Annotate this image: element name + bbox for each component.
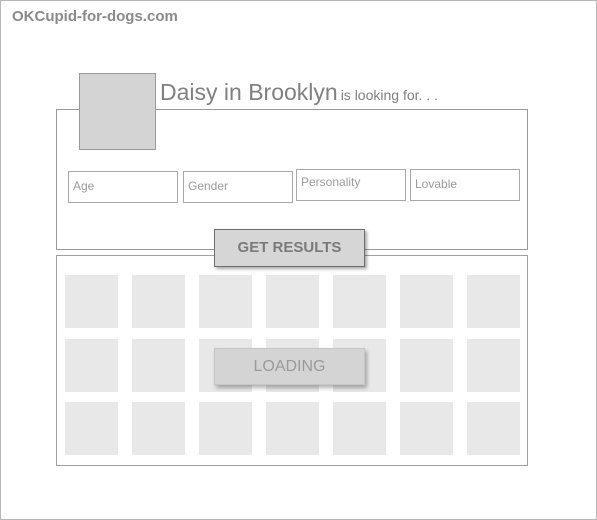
result-tile[interactable] [467,402,520,455]
result-tile[interactable] [266,275,319,328]
site-title[interactable]: OKCupid-for-dogs.com [12,8,178,25]
age-field[interactable]: Age [68,171,178,203]
result-tile[interactable] [400,339,453,392]
lovable-field[interactable]: Lovable [410,169,520,201]
result-tile[interactable] [132,402,185,455]
result-tile[interactable] [65,275,118,328]
result-tile[interactable] [467,275,520,328]
result-tile[interactable] [400,402,453,455]
gender-field[interactable]: Gender [183,171,293,203]
result-tile[interactable] [333,402,386,455]
get-results-button[interactable]: GET RESULTS [214,229,365,267]
result-tile[interactable] [266,402,319,455]
profile-headline: Daisy in Brooklyn is looking for. . . [160,79,438,106]
result-tile[interactable] [400,275,453,328]
result-tile[interactable] [65,339,118,392]
result-tile[interactable] [199,402,252,455]
personality-field[interactable]: Personality [296,169,406,201]
result-tile[interactable] [467,339,520,392]
loading-indicator: LOADING [214,348,365,385]
result-tile[interactable] [132,339,185,392]
result-tile[interactable] [199,275,252,328]
result-tile[interactable] [333,275,386,328]
profile-name: Daisy in Brooklyn [160,79,338,105]
profile-avatar[interactable] [79,73,156,150]
profile-tagline: is looking for. . . [340,87,438,103]
result-tile[interactable] [132,275,185,328]
result-tile[interactable] [65,402,118,455]
